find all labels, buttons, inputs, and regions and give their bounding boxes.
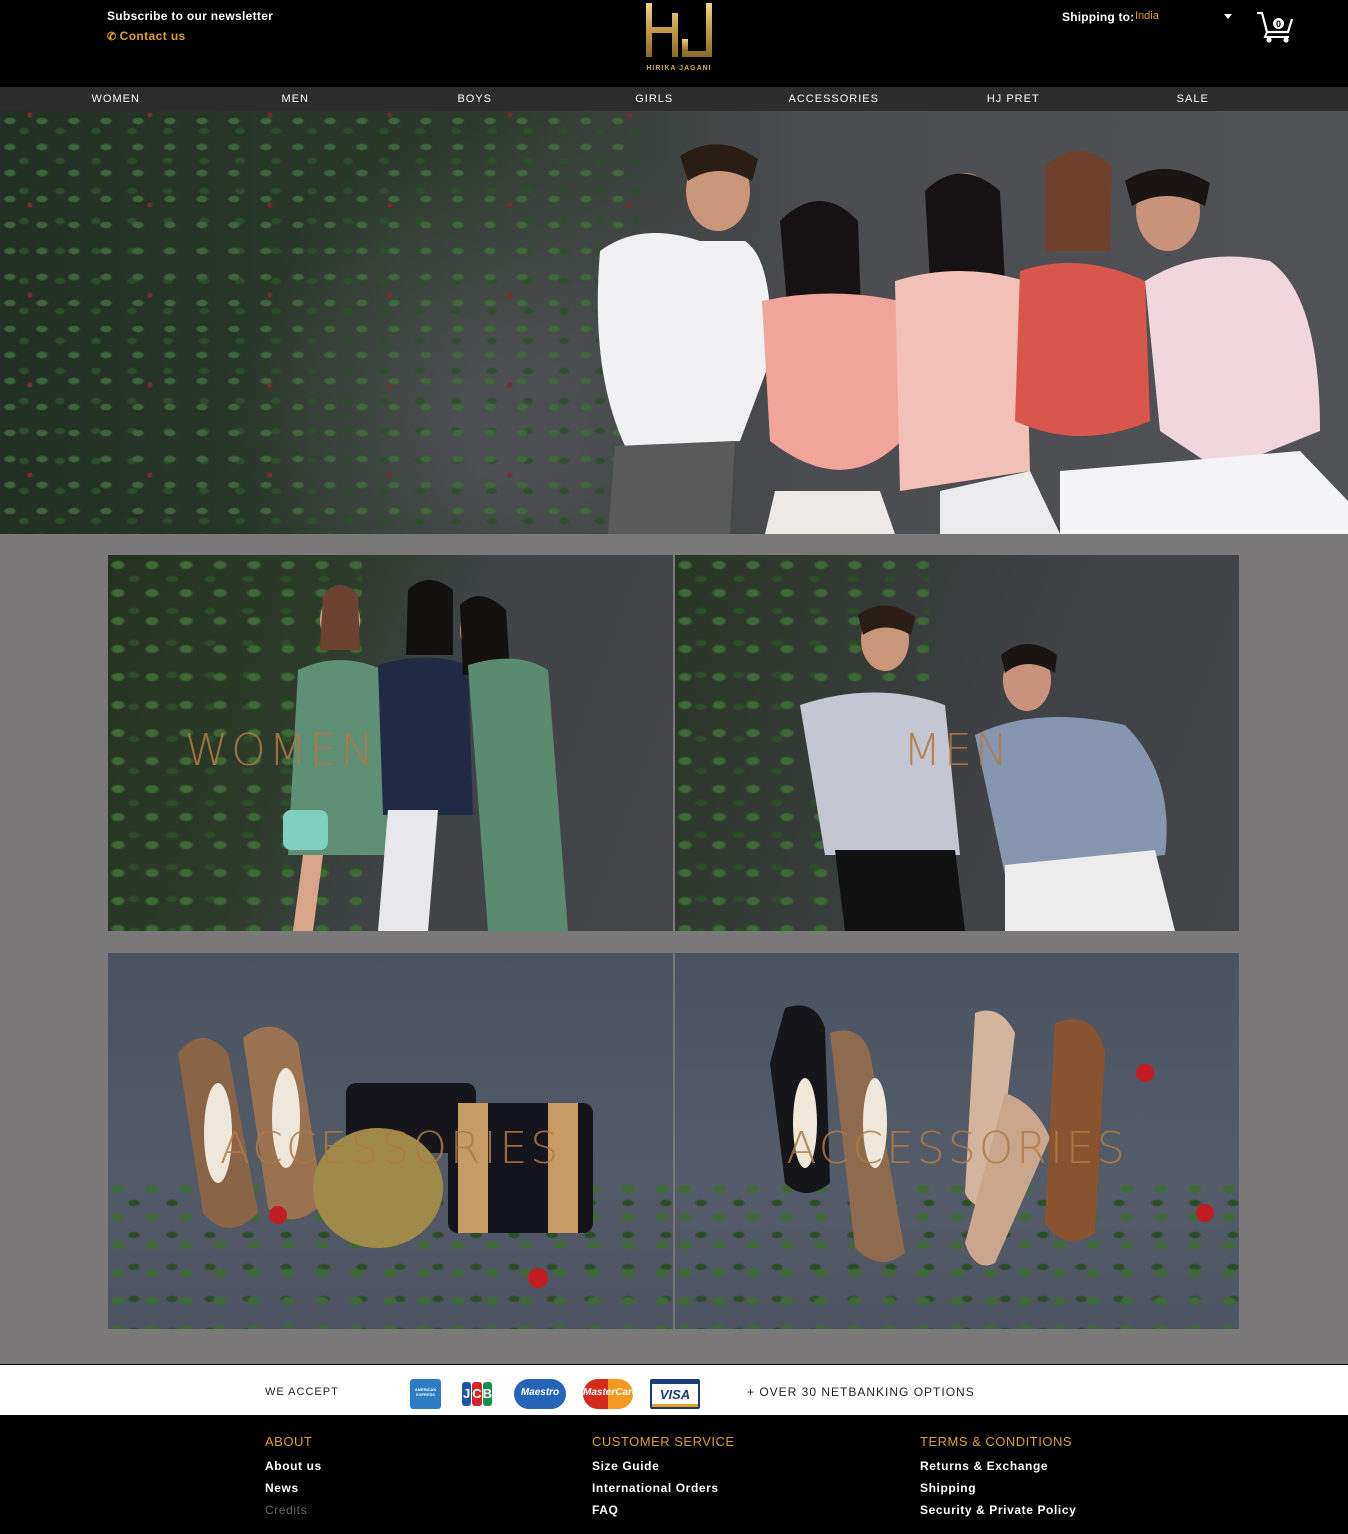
jcb-icon: JCB	[459, 1379, 495, 1409]
site-footer: ABOUT About us News Credits CUSTOMER SER…	[0, 1415, 1348, 1534]
category-tile-accessories-bags[interactable]: ACCESSORIES	[108, 953, 673, 1329]
amex-icon: AMERICAN EXPRESS	[410, 1379, 441, 1409]
we-accept-label: WE ACCEPT	[265, 1386, 339, 1398]
footer-link-news[interactable]: News	[265, 1477, 322, 1499]
newsletter-link[interactable]: Subscribe to our newsletter	[107, 9, 273, 23]
footer-column-terms: TERMS & CONDITIONS Returns & Exchange Sh…	[920, 1434, 1076, 1521]
maestro-icon: Maestro	[514, 1379, 566, 1409]
main-nav: WOMEN MEN BOYS GIRLS ACCESSORIES HJ PRET…	[0, 87, 1348, 111]
tile-label-women: WOMEN	[184, 725, 377, 776]
category-tile-accessories-shoes[interactable]: ACCESSORIES	[675, 953, 1239, 1329]
footer-link-international-orders[interactable]: International Orders	[592, 1477, 735, 1499]
category-tile-women[interactable]: WOMEN	[108, 555, 673, 931]
cart-count-badge: 0	[1272, 17, 1285, 30]
shipping-country-value: India	[1135, 10, 1159, 22]
cart-button[interactable]: 0	[1256, 10, 1294, 44]
brand-logo[interactable]: HIRIKA JAGANI	[642, 1, 716, 77]
hero-banner[interactable]	[0, 111, 1348, 534]
tile-label-men: MEN	[903, 725, 1011, 776]
footer-column-about: ABOUT About us News Credits	[265, 1434, 322, 1521]
footer-link-faq[interactable]: FAQ	[592, 1499, 735, 1521]
footer-link-size-guide[interactable]: Size Guide	[592, 1455, 735, 1477]
footer-heading-customer-service: CUSTOMER SERVICE	[592, 1434, 735, 1449]
nav-item-hj-pret[interactable]: HJ PRET	[898, 87, 1078, 111]
mastercard-icon: MasterCard	[583, 1379, 638, 1409]
hj-monogram-icon	[646, 3, 712, 57]
nav-item-boys[interactable]: BOYS	[359, 87, 539, 111]
footer-heading-about: ABOUT	[265, 1434, 313, 1449]
footer-column-customer-service: CUSTOMER SERVICE Size Guide Internationa…	[592, 1434, 735, 1521]
nav-item-girls[interactable]: GIRLS	[539, 87, 719, 111]
category-tile-men[interactable]: MEN	[675, 555, 1239, 931]
footer-link-shipping[interactable]: Shipping	[920, 1477, 1076, 1499]
tile-label-accessories: ACCESSORIES	[786, 1123, 1128, 1174]
payment-methods-bar: WE ACCEPT AMERICAN EXPRESS JCB Maestro M…	[0, 1365, 1348, 1415]
footer-link-returns-exchange[interactable]: Returns & Exchange	[920, 1455, 1076, 1477]
footer-link-security-privacy[interactable]: Security & Private Policy	[920, 1499, 1076, 1521]
footer-link-about-us[interactable]: About us	[265, 1455, 322, 1477]
caret-down-icon	[1224, 14, 1232, 19]
nav-item-sale[interactable]: SALE	[1077, 87, 1257, 111]
footer-heading-terms: TERMS & CONDITIONS	[920, 1434, 1073, 1449]
nav-item-men[interactable]: MEN	[180, 87, 360, 111]
brand-name: HIRIKA JAGANI	[646, 65, 712, 72]
netbanking-note: + OVER 30 NETBANKING OPTIONS	[747, 1385, 975, 1399]
site-header: Subscribe to our newsletter ✆ Contact us …	[0, 0, 1348, 87]
phone-icon: ✆	[107, 31, 117, 43]
shipping-label: Shipping to:	[1062, 10, 1135, 24]
shipping-country-select[interactable]: India	[1134, 9, 1238, 25]
nav-item-accessories[interactable]: ACCESSORIES	[718, 87, 898, 111]
footer-link-credits[interactable]: Credits	[265, 1499, 322, 1521]
tile-label-accessories: ACCESSORIES	[219, 1123, 562, 1174]
contact-link[interactable]: ✆ Contact us	[107, 29, 186, 43]
visa-icon: VISA	[650, 1379, 700, 1409]
nav-item-women[interactable]: WOMEN	[0, 87, 180, 111]
contact-label: Contact us	[119, 29, 186, 43]
hero-models-image	[597, 144, 1348, 534]
